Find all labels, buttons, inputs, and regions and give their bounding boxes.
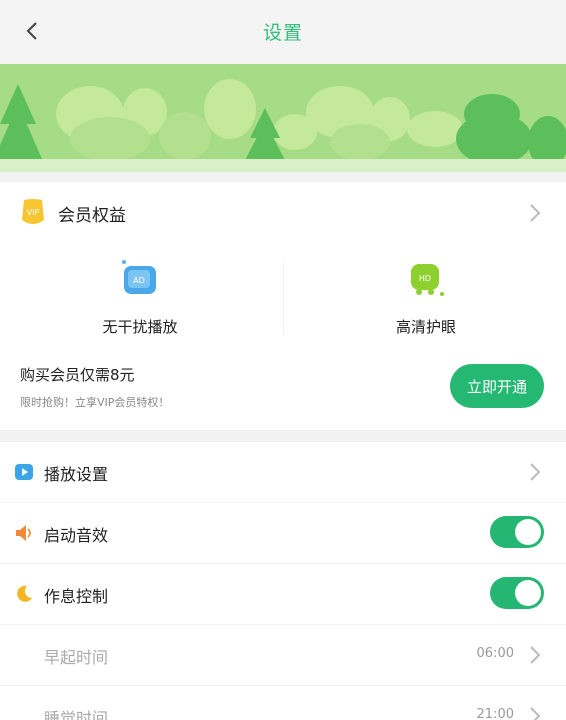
sound-effect-row: 启动音效	[0, 503, 566, 564]
section-gap	[0, 172, 566, 182]
member-benefits-row[interactable]: VIP 会员权益	[0, 182, 566, 244]
chevron-right-icon	[530, 204, 541, 222]
chevron-right-icon	[530, 707, 541, 720]
speaker-icon	[16, 525, 31, 541]
open-membership-button[interactable]: 立即开通	[450, 364, 544, 408]
benefit-hd[interactable]: HD 高清护眼	[286, 244, 566, 352]
vip-crown-icon: VIP	[22, 199, 44, 224]
membership-promo: 购买会员仅需8元 限时抢购！立享VIP会员特权！ 立即开通	[0, 352, 566, 430]
promo-title: 购买会员仅需8元	[20, 366, 135, 384]
promo-subtitle: 限时抢购！立享VIP会员特权！	[20, 396, 170, 409]
sleep-time-label: 睡觉时间	[44, 709, 109, 720]
sleep-time-value: 21:00	[476, 707, 514, 720]
toggle-knob	[515, 580, 541, 606]
sound-effect-label: 启动音效	[44, 526, 109, 545]
benefits-grid: AD 无干扰播放 HD 高清护眼	[0, 244, 566, 352]
moon-icon	[17, 585, 32, 602]
header: 设置	[0, 0, 566, 64]
rest-control-row: 作息控制	[0, 564, 566, 625]
sleep-time-row[interactable]: 睡觉时间 21:00	[0, 686, 566, 720]
play-icon	[15, 464, 33, 480]
section-gap	[0, 430, 566, 442]
play-settings-label: 播放设置	[44, 465, 109, 484]
forest-illustration	[0, 64, 566, 172]
ad-free-icon: AD	[122, 260, 156, 294]
wake-time-row[interactable]: 早起时间 06:00	[0, 625, 566, 686]
sound-effect-toggle[interactable]	[490, 516, 544, 548]
svg-text:VIP: VIP	[27, 208, 40, 217]
rest-control-label: 作息控制	[44, 587, 109, 606]
member-benefits-label: 会员权益	[58, 206, 126, 226]
benefit-label: 无干扰播放	[102, 318, 178, 336]
wake-time-value: 06:00	[476, 646, 514, 661]
divider	[283, 262, 284, 334]
benefit-ad-free[interactable]: AD 无干扰播放	[0, 244, 280, 352]
benefit-label: 高清护眼	[395, 318, 456, 336]
play-settings-row[interactable]: 播放设置	[0, 442, 566, 503]
wake-time-label: 早起时间	[44, 648, 109, 667]
chevron-right-icon	[530, 463, 541, 481]
toggle-knob	[515, 519, 541, 545]
svg-text:HD: HD	[419, 274, 431, 283]
rest-control-toggle[interactable]	[490, 577, 544, 609]
settings-page: 设置 VIP 会员权益 AD 无干扰播放 HD 高清护眼 购买会员仅需8元 限时…	[0, 0, 566, 720]
chevron-right-icon	[530, 646, 541, 664]
hd-icon: HD	[411, 264, 444, 296]
forest-banner	[0, 64, 566, 172]
svg-text:AD: AD	[133, 276, 145, 285]
page-title: 设置	[262, 22, 303, 44]
